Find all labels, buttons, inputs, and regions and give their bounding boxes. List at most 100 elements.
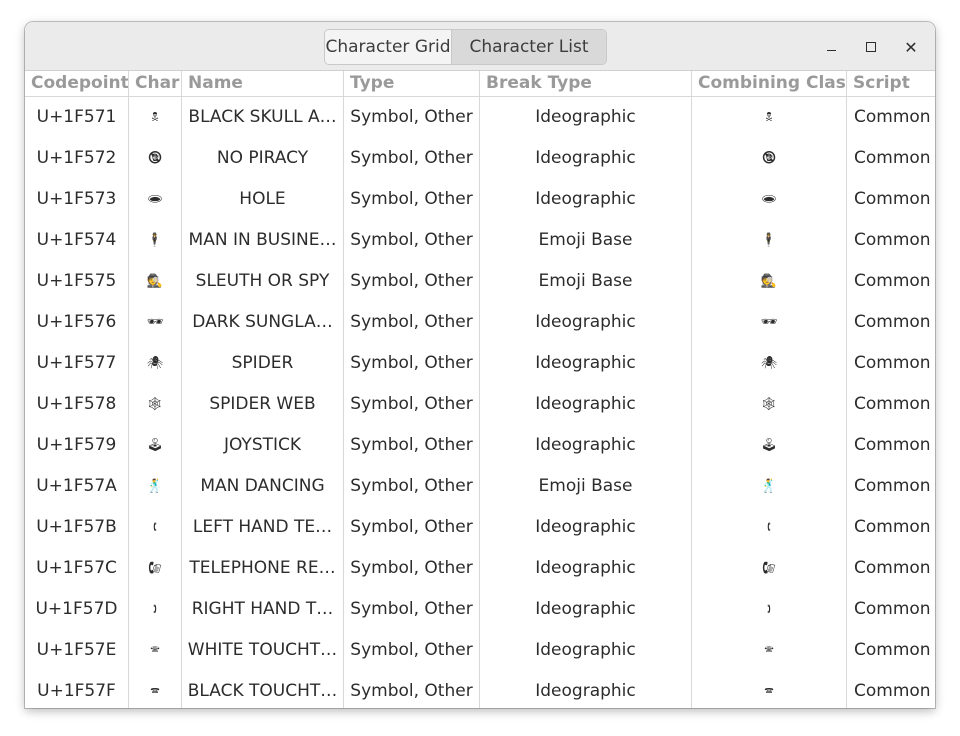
cell-type: Symbol, Other bbox=[344, 302, 480, 343]
cell-combining-class: 🕸 bbox=[692, 384, 847, 425]
cell-script: Common bbox=[854, 517, 931, 537]
cell-break-type: Emoji Base bbox=[480, 466, 692, 507]
cell-char: 🕷 bbox=[129, 343, 182, 384]
cell-name: SPIDER bbox=[182, 343, 344, 384]
close-button[interactable]: ✕ bbox=[900, 36, 922, 58]
cell-codepoint: U+1F57E bbox=[25, 630, 129, 671]
minimize-icon bbox=[826, 49, 836, 51]
cell-combining-class: 🕹 bbox=[692, 425, 847, 466]
cell-codepoint: U+1F57F bbox=[25, 671, 129, 708]
cell-type: Symbol, Other bbox=[344, 548, 480, 589]
column-header-break-type[interactable]: Break Type bbox=[480, 71, 692, 96]
cell-char: 🕿 bbox=[129, 671, 182, 708]
cell-name: DARK SUNGLA… bbox=[182, 302, 344, 343]
cell-script: Common bbox=[854, 394, 931, 414]
table-row[interactable]: U+1F574 🕴 MAN IN BUSINE… Symbol, Other Emoji… bbox=[25, 220, 935, 261]
cell-type: Symbol, Other bbox=[344, 630, 480, 671]
cell-type: Symbol, Other bbox=[344, 425, 480, 466]
cell-name: HOLE bbox=[182, 179, 344, 220]
maximize-icon bbox=[866, 42, 876, 52]
view-switcher: Character Grid Character List bbox=[324, 29, 607, 65]
character-map-window: Character Grid Character List ✕ Codepoin… bbox=[25, 22, 935, 708]
minimize-button[interactable] bbox=[820, 36, 842, 58]
column-header-type[interactable]: Type bbox=[344, 71, 480, 96]
cell-name: SPIDER WEB bbox=[182, 384, 344, 425]
cell-name: MAN IN BUSINE… bbox=[182, 220, 344, 261]
column-header-combining-class[interactable]: Combining Class bbox=[692, 71, 847, 96]
cell-type: Symbol, Other bbox=[344, 220, 480, 261]
cell-script: Common bbox=[854, 476, 931, 496]
tab-character-grid[interactable]: Character Grid bbox=[325, 30, 451, 64]
cell-char: 🕹 bbox=[129, 425, 182, 466]
cell-type: Symbol, Other bbox=[344, 179, 480, 220]
cell-name: JOYSTICK bbox=[182, 425, 344, 466]
cell-name: BLACK TOUCHT… bbox=[182, 671, 344, 708]
maximize-button[interactable] bbox=[860, 36, 882, 58]
cell-type: Symbol, Other bbox=[344, 384, 480, 425]
cell-name: LEFT HAND TE… bbox=[182, 507, 344, 548]
table-header: Codepoint Char Name Type Break Type Comb… bbox=[25, 71, 935, 97]
column-header-char[interactable]: Char bbox=[129, 71, 182, 96]
cell-break-type: Emoji Base bbox=[480, 261, 692, 302]
cell-char: 🕲 bbox=[129, 138, 182, 179]
cell-type: Symbol, Other bbox=[344, 138, 480, 179]
cell-char: 🕴 bbox=[129, 220, 182, 261]
cell-combining-class: 🕲 bbox=[692, 138, 847, 179]
cell-type: Symbol, Other bbox=[344, 466, 480, 507]
table-row[interactable]: U+1F578 🕸 SPIDER WEB Symbol, Other Ideograph… bbox=[25, 384, 935, 425]
table-row[interactable]: U+1F57D 🕽 RIGHT HAND T… Symbol, Other Ideogr… bbox=[25, 589, 935, 630]
cell-char: 🕻 bbox=[129, 507, 182, 548]
cell-codepoint: U+1F574 bbox=[25, 220, 129, 261]
cell-name: SLEUTH OR SPY bbox=[182, 261, 344, 302]
cell-combining-class: 🕽 bbox=[692, 589, 847, 630]
tab-character-list[interactable]: Character List bbox=[451, 30, 606, 64]
cell-type: Symbol, Other bbox=[344, 261, 480, 302]
cell-combining-class: 🕿 bbox=[692, 671, 847, 708]
cell-combining-class: 🕺 bbox=[692, 466, 847, 507]
column-header-name[interactable]: Name bbox=[182, 71, 344, 96]
cell-script: Common bbox=[854, 230, 931, 250]
cell-break-type: Ideographic bbox=[480, 507, 692, 548]
table-row[interactable]: U+1F571 🕱 BLACK SKULL A… Symbol, Other Ideog… bbox=[25, 97, 935, 138]
cell-codepoint: U+1F577 bbox=[25, 343, 129, 384]
cell-combining-class: 🕶 bbox=[692, 302, 847, 343]
cell-combining-class: 🕾 bbox=[692, 630, 847, 671]
cell-type: Symbol, Other bbox=[344, 343, 480, 384]
cell-char: 🕽 bbox=[129, 589, 182, 630]
cell-codepoint: U+1F57B bbox=[25, 507, 129, 548]
table-row[interactable]: U+1F573 🕳 HOLE Symbol, Other Ideographic 🕳 Com… bbox=[25, 179, 935, 220]
cell-script: Common bbox=[854, 189, 931, 209]
cell-name: TELEPHONE RE… bbox=[182, 548, 344, 589]
table-row[interactable]: U+1F57C 🕼 TELEPHONE RE… Symbol, Other Ideogr… bbox=[25, 548, 935, 589]
cell-script: Common bbox=[854, 640, 931, 660]
cell-name: NO PIRACY bbox=[182, 138, 344, 179]
cell-char: 🕸 bbox=[129, 384, 182, 425]
table-row[interactable]: U+1F576 🕶 DARK SUNGLA… Symbol, Other Ideogra… bbox=[25, 302, 935, 343]
cell-script: Common bbox=[854, 271, 931, 291]
table-row[interactable]: U+1F575 🕵 SLEUTH OR SPY Symbol, Other Emoji … bbox=[25, 261, 935, 302]
table-row[interactable]: U+1F57E 🕾 WHITE TOUCHT… Symbol, Other Ideogr… bbox=[25, 630, 935, 671]
table-row[interactable]: U+1F579 🕹 JOYSTICK Symbol, Other Ideographic… bbox=[25, 425, 935, 466]
cell-script: Common bbox=[854, 681, 931, 701]
table-row[interactable]: U+1F577 🕷 SPIDER Symbol, Other Ideographic 🕷 C… bbox=[25, 343, 935, 384]
table-row[interactable]: U+1F57B 🕻 LEFT HAND TE… Symbol, Other Ideogr… bbox=[25, 507, 935, 548]
table-row[interactable]: U+1F57A 🕺 MAN DANCING Symbol, Other Emoji Ba… bbox=[25, 466, 935, 507]
cell-break-type: Ideographic bbox=[480, 179, 692, 220]
header-bar: Character Grid Character List ✕ bbox=[25, 22, 935, 71]
cell-break-type: Ideographic bbox=[480, 97, 692, 138]
table-row[interactable]: U+1F572 🕲 NO PIRACY Symbol, Other Ideographi… bbox=[25, 138, 935, 179]
table-row[interactable]: U+1F57F 🕿 BLACK TOUCHT… Symbol, Other Ideogr… bbox=[25, 671, 935, 708]
cell-script: Common bbox=[854, 558, 931, 578]
cell-codepoint: U+1F57A bbox=[25, 466, 129, 507]
column-header-codepoint[interactable]: Codepoint bbox=[25, 71, 129, 96]
cell-codepoint: U+1F57D bbox=[25, 589, 129, 630]
character-list-table: Codepoint Char Name Type Break Type Comb… bbox=[25, 71, 935, 708]
cell-codepoint: U+1F579 bbox=[25, 425, 129, 466]
cell-char: 🕵 bbox=[129, 261, 182, 302]
cell-break-type: Ideographic bbox=[480, 589, 692, 630]
cell-codepoint: U+1F572 bbox=[25, 138, 129, 179]
cell-break-type: Ideographic bbox=[480, 548, 692, 589]
cell-codepoint: U+1F573 bbox=[25, 179, 129, 220]
column-header-script[interactable]: Script bbox=[847, 71, 935, 96]
cell-name: WHITE TOUCHT… bbox=[182, 630, 344, 671]
